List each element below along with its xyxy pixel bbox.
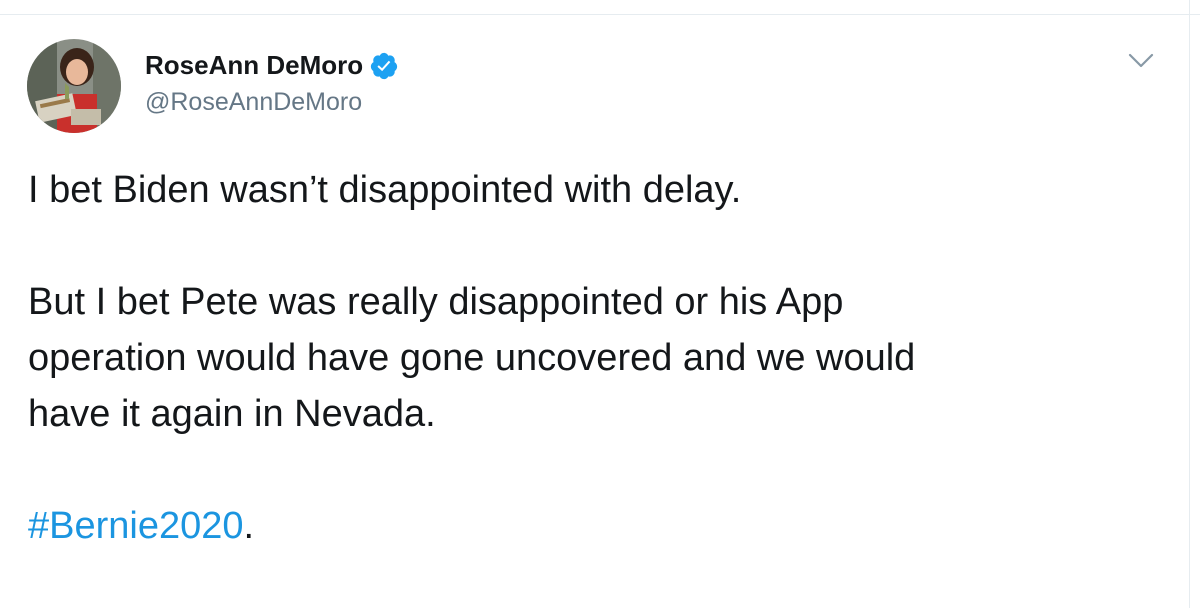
verified-badge-icon [369, 51, 399, 81]
tweet-text: I bet Biden wasn’t disappointed with del… [28, 162, 1168, 554]
hashtag-line: #Bernie2020. [28, 498, 1168, 554]
avatar-image [27, 39, 121, 133]
top-divider [0, 0, 1200, 15]
tweet-line: I bet Biden wasn’t disappointed with del… [28, 169, 742, 211]
tweet-line: have it again in Nevada. [28, 393, 436, 435]
tweet-line: But I bet Pete was really disappointed o… [28, 281, 844, 323]
user-handle[interactable]: @RoseAnnDeMoro [145, 88, 362, 117]
display-name[interactable]: RoseAnn DeMoro [145, 50, 399, 81]
right-divider [1189, 0, 1190, 608]
chevron-down-icon[interactable] [1126, 50, 1156, 72]
hashtag-suffix: . [243, 505, 255, 547]
avatar[interactable] [27, 39, 121, 133]
tweet-line: operation would have gone uncovered and … [28, 337, 916, 379]
hashtag-link[interactable]: #Bernie2020 [28, 505, 244, 547]
display-name-text[interactable]: RoseAnn DeMoro [145, 50, 363, 81]
